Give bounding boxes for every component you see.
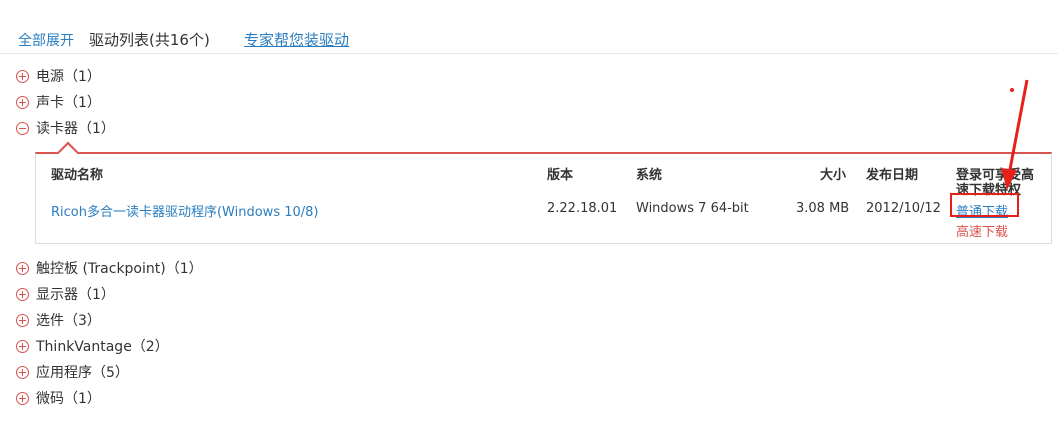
category-label: 应用程序（5）: [36, 365, 129, 381]
category-label: 声卡（1）: [36, 95, 101, 111]
driver-name-link[interactable]: Ricoh多合一读卡器驱动程序(Windows 10/8): [51, 201, 318, 220]
category-label: 电源（1）: [36, 69, 101, 85]
category-label: 读卡器（1）: [36, 121, 115, 137]
category-sound-card[interactable]: 声卡（1）: [16, 93, 101, 111]
category-trackpoint[interactable]: 触控板 (Trackpoint)（1）: [16, 259, 203, 277]
category-applications[interactable]: 应用程序（5）: [16, 363, 129, 381]
expand-all-link[interactable]: 全部展开: [18, 30, 74, 50]
top-bar: 全部展开 驱动列表(共16个) 专家帮您装驱动: [0, 0, 1058, 54]
collapse-minus-icon: [16, 121, 29, 135]
driver-system: Windows 7 64-bit: [636, 201, 749, 216]
column-header-name: 驱动名称: [51, 168, 104, 183]
expand-plus-icon: [16, 287, 29, 301]
expand-plus-icon: [16, 391, 29, 405]
expand-plus-icon: [16, 261, 29, 275]
category-card-reader[interactable]: 读卡器（1）: [16, 119, 115, 137]
category-label: 选件（3）: [36, 313, 101, 329]
panel-caret: [56, 141, 80, 165]
category-label: ThinkVantage（2）: [36, 339, 169, 355]
driver-list-title: 驱动列表(共16个): [89, 31, 210, 49]
fast-download-link[interactable]: 高速下载: [956, 221, 1008, 240]
expand-plus-icon: [16, 313, 29, 327]
annotation-highlight-box: [950, 193, 1019, 217]
column-header-version: 版本: [547, 168, 574, 183]
column-header-size: 大小: [820, 168, 847, 183]
expand-plus-icon: [16, 69, 29, 83]
expand-plus-icon: [16, 339, 29, 353]
column-header-system: 系统: [636, 168, 663, 183]
category-display[interactable]: 显示器（1）: [16, 285, 115, 303]
column-header-date: 发布日期: [866, 168, 919, 183]
category-options[interactable]: 选件（3）: [16, 311, 101, 329]
category-thinkvantage[interactable]: ThinkVantage（2）: [16, 337, 169, 355]
driver-size: 3.08 MB: [796, 201, 850, 216]
category-label: 显示器（1）: [36, 287, 115, 303]
category-label: 微码（1）: [36, 391, 101, 407]
category-label: 触控板 (Trackpoint)（1）: [36, 261, 203, 277]
category-microcode[interactable]: 微码（1）: [16, 389, 101, 407]
driver-date: 2012/10/12: [866, 201, 941, 216]
category-power[interactable]: 电源（1）: [16, 67, 101, 85]
expert-install-link[interactable]: 专家帮您装驱动: [244, 29, 349, 50]
driver-version: 2.22.18.01: [547, 201, 618, 216]
expand-plus-icon: [16, 365, 29, 379]
expand-plus-icon: [16, 95, 29, 109]
